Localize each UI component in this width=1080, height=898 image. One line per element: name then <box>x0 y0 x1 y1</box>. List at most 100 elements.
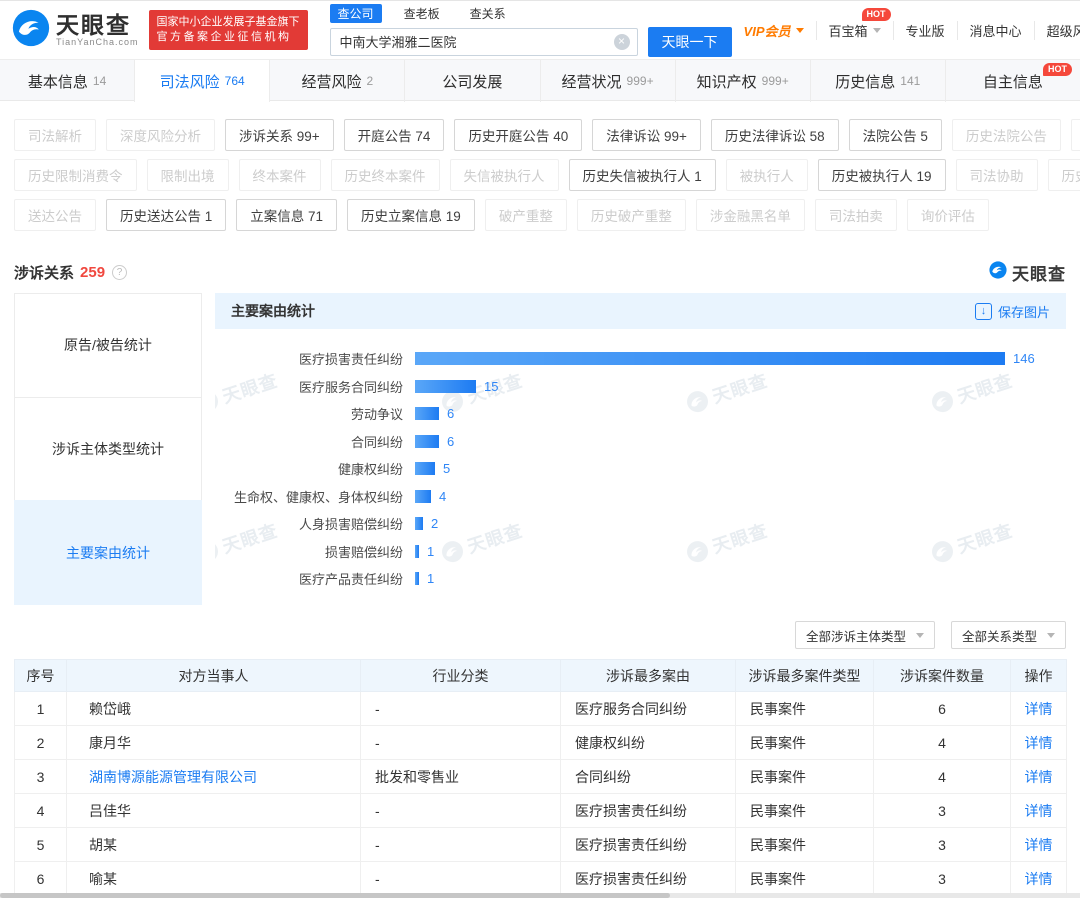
nav-item[interactable]: 百宝箱HOT <box>816 21 893 40</box>
filter-chip: 历史法院公告 <box>952 119 1061 151</box>
sidebar-item[interactable]: 涉诉主体类型统计 <box>14 397 202 502</box>
main-tab[interactable]: 历史信息141 <box>811 60 946 102</box>
scrollbar-thumb[interactable] <box>0 893 670 898</box>
sidebar-item[interactable]: 原告/被告统计 <box>14 293 202 398</box>
filter-chip[interactable]: 历史法律诉讼 58 <box>711 119 839 151</box>
filter-chip[interactable]: 开庭公告 74 <box>344 119 445 151</box>
chart-bar[interactable] <box>415 352 1005 365</box>
filter-chip[interactable]: 历史被执行人 19 <box>818 159 946 191</box>
table-row: 5胡某-医疗损害责任纠纷民事案件3详情 <box>15 828 1067 862</box>
filter-chip[interactable]: 历史开庭公告 40 <box>454 119 582 151</box>
filter-chip[interactable]: 历史立案信息 19 <box>347 199 475 231</box>
nav-item[interactable]: 消息中心 <box>957 21 1034 40</box>
chart-value-label: 4 <box>439 489 446 504</box>
dropdown-select[interactable]: 全部关系类型 <box>951 621 1066 649</box>
tab-count: 764 <box>225 74 245 88</box>
table-row: 4吕佳华-医疗损害责任纠纷民事案件3详情 <box>15 794 1067 828</box>
nav-item-label: 专业版 <box>906 21 945 40</box>
main-tab[interactable]: 公司发展 <box>405 60 540 102</box>
search-type-tab[interactable]: 查老板 <box>396 4 448 23</box>
search-type-tab[interactable]: 查关系 <box>462 4 514 23</box>
tianyancha-logo[interactable]: 天眼查 TianYanCha.com <box>12 9 139 52</box>
detail-link[interactable]: 详情 <box>1025 837 1053 853</box>
clear-input-icon[interactable]: × <box>614 34 630 50</box>
chart-bar[interactable] <box>415 517 423 530</box>
stats-area: 原告/被告统计涉诉主体类型统计主要案由统计 主要案由统计 ↓ 保存图片 天眼查天… <box>14 293 1066 605</box>
brand-watermark-logo: 天眼查 <box>989 260 1066 285</box>
main-tab[interactable]: 自主信息HOT <box>946 60 1080 102</box>
table-header-cell: 对方当事人 <box>67 660 361 692</box>
chart-bar[interactable] <box>415 545 419 558</box>
cell-top-cause: 医疗损害责任纠纷 <box>561 828 736 862</box>
cell-case-count: 3 <box>874 862 1011 896</box>
search-input-wrap: × <box>330 28 638 56</box>
filter-chip[interactable]: 法院公告 5 <box>849 119 942 151</box>
main-tab[interactable]: 司法风险 764 <box>135 60 270 102</box>
filter-chip[interactable]: 历史送达公告 1 <box>106 199 226 231</box>
detail-link[interactable]: 详情 <box>1025 769 1053 785</box>
filter-chip[interactable]: 历史失信被执行人 1 <box>569 159 716 191</box>
detail-link[interactable]: 详情 <box>1025 871 1053 887</box>
search-type-tab[interactable]: 查公司 <box>330 4 382 23</box>
main-tab[interactable]: 经营状况 999+ <box>541 60 676 102</box>
filter-chip: 限制消费令 <box>1071 119 1080 151</box>
nav-item[interactable]: VIP会员 <box>732 21 816 40</box>
cell-index: 4 <box>15 794 67 828</box>
help-icon[interactable]: ? <box>112 265 127 280</box>
filter-chip: 涉金融黑名单 <box>696 199 805 231</box>
tab-count: 141 <box>900 74 920 88</box>
nav-item[interactable]: 专业版 <box>893 21 957 40</box>
cell-case-type: 民事案件 <box>736 862 874 896</box>
main-tab[interactable]: 基本信息14 <box>0 60 135 102</box>
sidebar-item[interactable]: 主要案由统计 <box>14 500 202 605</box>
filter-chip: 限制出境 <box>147 159 229 191</box>
chart-bar[interactable] <box>415 407 439 420</box>
main-tab[interactable]: 知识产权999+ <box>676 60 811 102</box>
chart-bar[interactable] <box>415 490 431 503</box>
nav-item-label: 超级风火... <box>1047 21 1080 40</box>
main-tab-bar: 基本信息14 司法风险 764 经营风险2公司发展 经营状况 999+ 知识产权999+历史… <box>0 59 1080 101</box>
detail-link[interactable]: 详情 <box>1025 803 1053 819</box>
main-tab[interactable]: 经营风险2 <box>270 60 405 102</box>
cell-action: 详情 <box>1011 828 1067 862</box>
brand-watermark-text: 天眼查 <box>1012 260 1066 285</box>
company-link[interactable]: 湖南博源能源管理有限公司 <box>89 769 257 785</box>
filter-chip-row: 司法解析深度风险分析涉诉关系 99+开庭公告 74历史开庭公告 40法律诉讼 9… <box>14 119 1066 151</box>
cell-case-count: 3 <box>874 828 1011 862</box>
chart-value-label: 1 <box>427 571 434 586</box>
cell-counterparty: 胡某 <box>67 828 361 862</box>
certification-badge-line1: 国家中小企业发展子基金旗下 <box>157 15 300 30</box>
tab-label: 司法风险 <box>160 71 220 92</box>
chart-sidebar: 原告/被告统计涉诉主体类型统计主要案由统计 <box>14 293 202 605</box>
cell-index: 1 <box>15 692 67 726</box>
download-icon: ↓ <box>975 303 992 320</box>
nav-item-label: 消息中心 <box>970 21 1022 40</box>
chart-bar[interactable] <box>415 462 435 475</box>
filter-chip[interactable]: 涉诉关系 99+ <box>225 119 334 151</box>
cell-industry: 批发和零售业 <box>361 760 561 794</box>
tab-label: 经营状况 <box>562 71 622 92</box>
logo-domain: TianYanCha.com <box>56 37 139 47</box>
table-row: 3湖南博源能源管理有限公司批发和零售业合同纠纷民事案件4详情 <box>15 760 1067 794</box>
filter-chip[interactable]: 法律诉讼 99+ <box>592 119 701 151</box>
save-image-button[interactable]: ↓ 保存图片 <box>975 302 1050 321</box>
chart-row: 合同纠纷6 <box>215 428 1066 456</box>
chart-bar[interactable] <box>415 435 439 448</box>
chart-bar[interactable] <box>415 572 419 585</box>
search-button[interactable]: 天眼一下 <box>648 27 732 57</box>
search-input[interactable] <box>330 28 638 56</box>
dropdown-select[interactable]: 全部涉诉主体类型 <box>795 621 935 649</box>
logo-brand: 天眼查 <box>56 13 139 37</box>
tab-count: 999+ <box>627 74 654 88</box>
detail-link[interactable]: 详情 <box>1025 735 1053 751</box>
table-body: 1赖岱峨-医疗服务合同纠纷民事案件6详情2康月华-健康权纠纷民事案件4详情3湖南… <box>15 692 1067 896</box>
filter-chip[interactable]: 立案信息 71 <box>236 199 337 231</box>
cell-industry: - <box>361 692 561 726</box>
filter-chip: 失信被执行人 <box>450 159 559 191</box>
nav-item[interactable]: 超级风火... <box>1034 21 1080 40</box>
horizontal-scrollbar[interactable] <box>0 893 1080 898</box>
chart-bar[interactable] <box>415 380 476 393</box>
detail-link[interactable]: 详情 <box>1025 701 1053 717</box>
cell-industry: - <box>361 828 561 862</box>
tianyancha-logo-icon <box>12 9 50 52</box>
